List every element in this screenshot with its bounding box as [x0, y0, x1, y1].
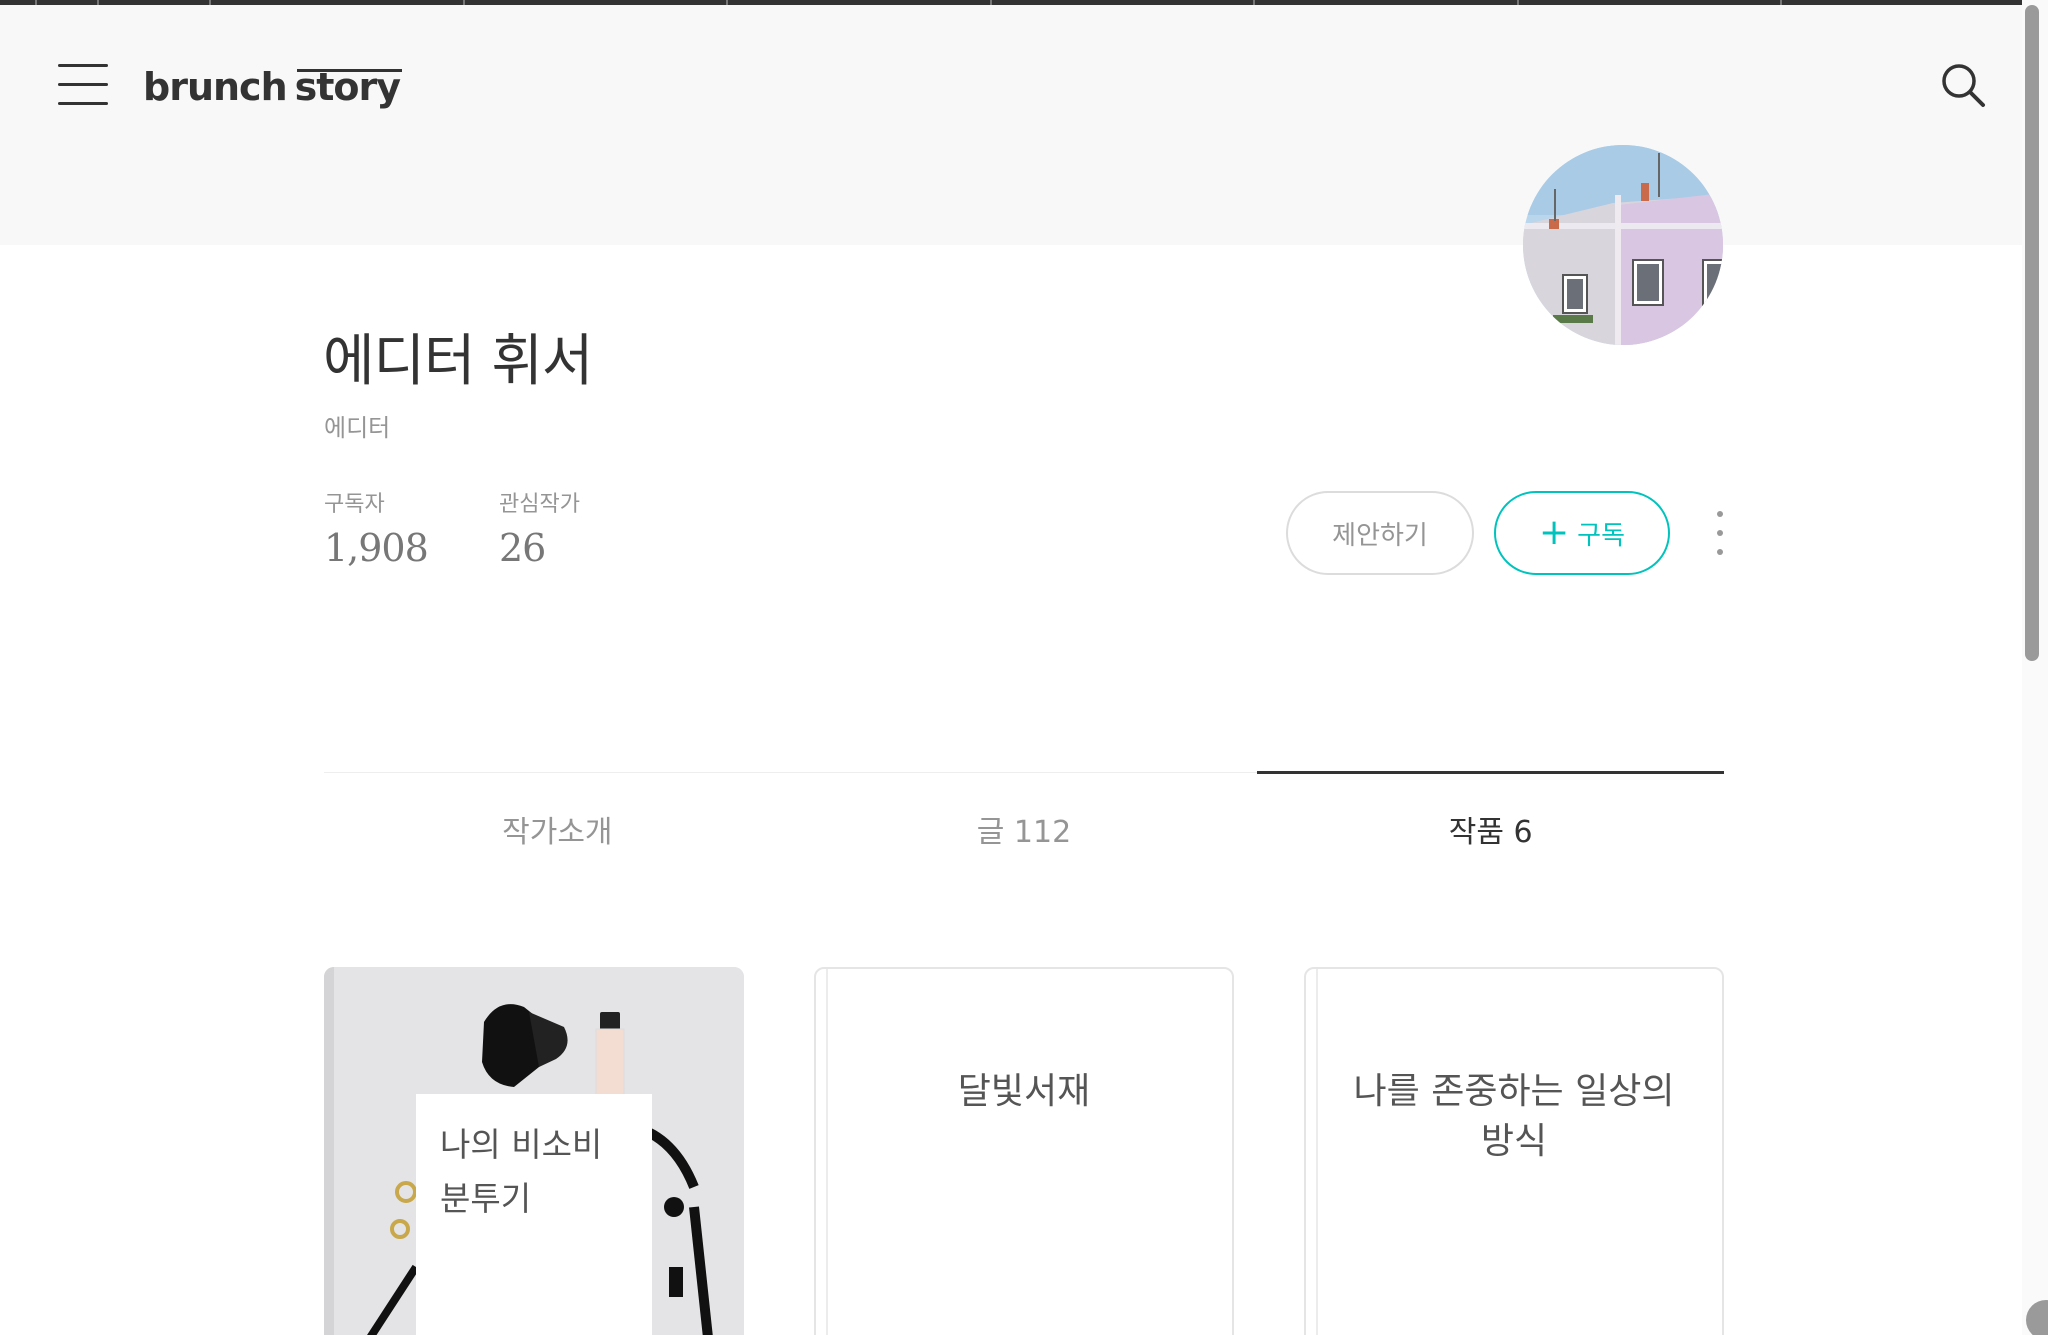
favorite-authors-label: 관심작가 [499, 492, 580, 517]
subscribers-count: 1,908 [324, 526, 429, 570]
favorite-authors-stat[interactable]: 관심작가 26 [499, 486, 580, 570]
tab-works[interactable]: 작품 6 [1257, 771, 1724, 883]
scrollbar-thumb[interactable] [2025, 5, 2039, 661]
book-title: 나를 존중하는 일상의 방식 [1353, 1071, 1675, 1162]
search-icon[interactable] [1940, 62, 1986, 108]
subscribe-label: 구독 [1577, 520, 1625, 551]
author-role: 에디터 [324, 414, 391, 442]
author-avatar [1523, 145, 1723, 345]
page: brunch story 에디터 휘서 에디터 구독자 1,908 관심작가 2… [0, 0, 2048, 1335]
author-name: 에디터 휘서 [323, 329, 593, 394]
header-band [0, 5, 2048, 245]
suggest-button[interactable]: 제안하기 [1286, 491, 1474, 575]
book-card[interactable]: 달빛서재 [814, 967, 1234, 1335]
brunchstory-logo[interactable]: brunch story [143, 56, 403, 110]
plus-icon: + [1538, 512, 1570, 553]
profile-tabs: 작가소개 글 112 작품 6 [324, 771, 1724, 883]
logo-word-brunch: brunch [143, 65, 288, 109]
subscribers-stat[interactable]: 구독자 1,908 [324, 486, 429, 570]
subscribers-label: 구독자 [324, 492, 385, 517]
book-label: 나의 비소비 분투기 [416, 1094, 652, 1335]
logo-word-story: story [294, 65, 403, 109]
subscribe-button[interactable]: + 구독 [1494, 491, 1670, 575]
book-card[interactable]: 나의 비소비 분투기 [324, 967, 744, 1335]
book-title: 나의 비소비 분투기 [440, 1125, 603, 1218]
book-title: 달빛서재 [957, 1071, 1091, 1112]
tab-author-intro[interactable]: 작가소개 [324, 773, 791, 883]
favorite-authors-count: 26 [499, 526, 546, 570]
book-card[interactable]: 나를 존중하는 일상의 방식 [1304, 967, 1724, 1335]
tab-posts[interactable]: 글 112 [791, 773, 1258, 883]
more-vertical-icon[interactable] [1710, 511, 1730, 555]
hamburger-menu-icon[interactable] [58, 64, 110, 106]
